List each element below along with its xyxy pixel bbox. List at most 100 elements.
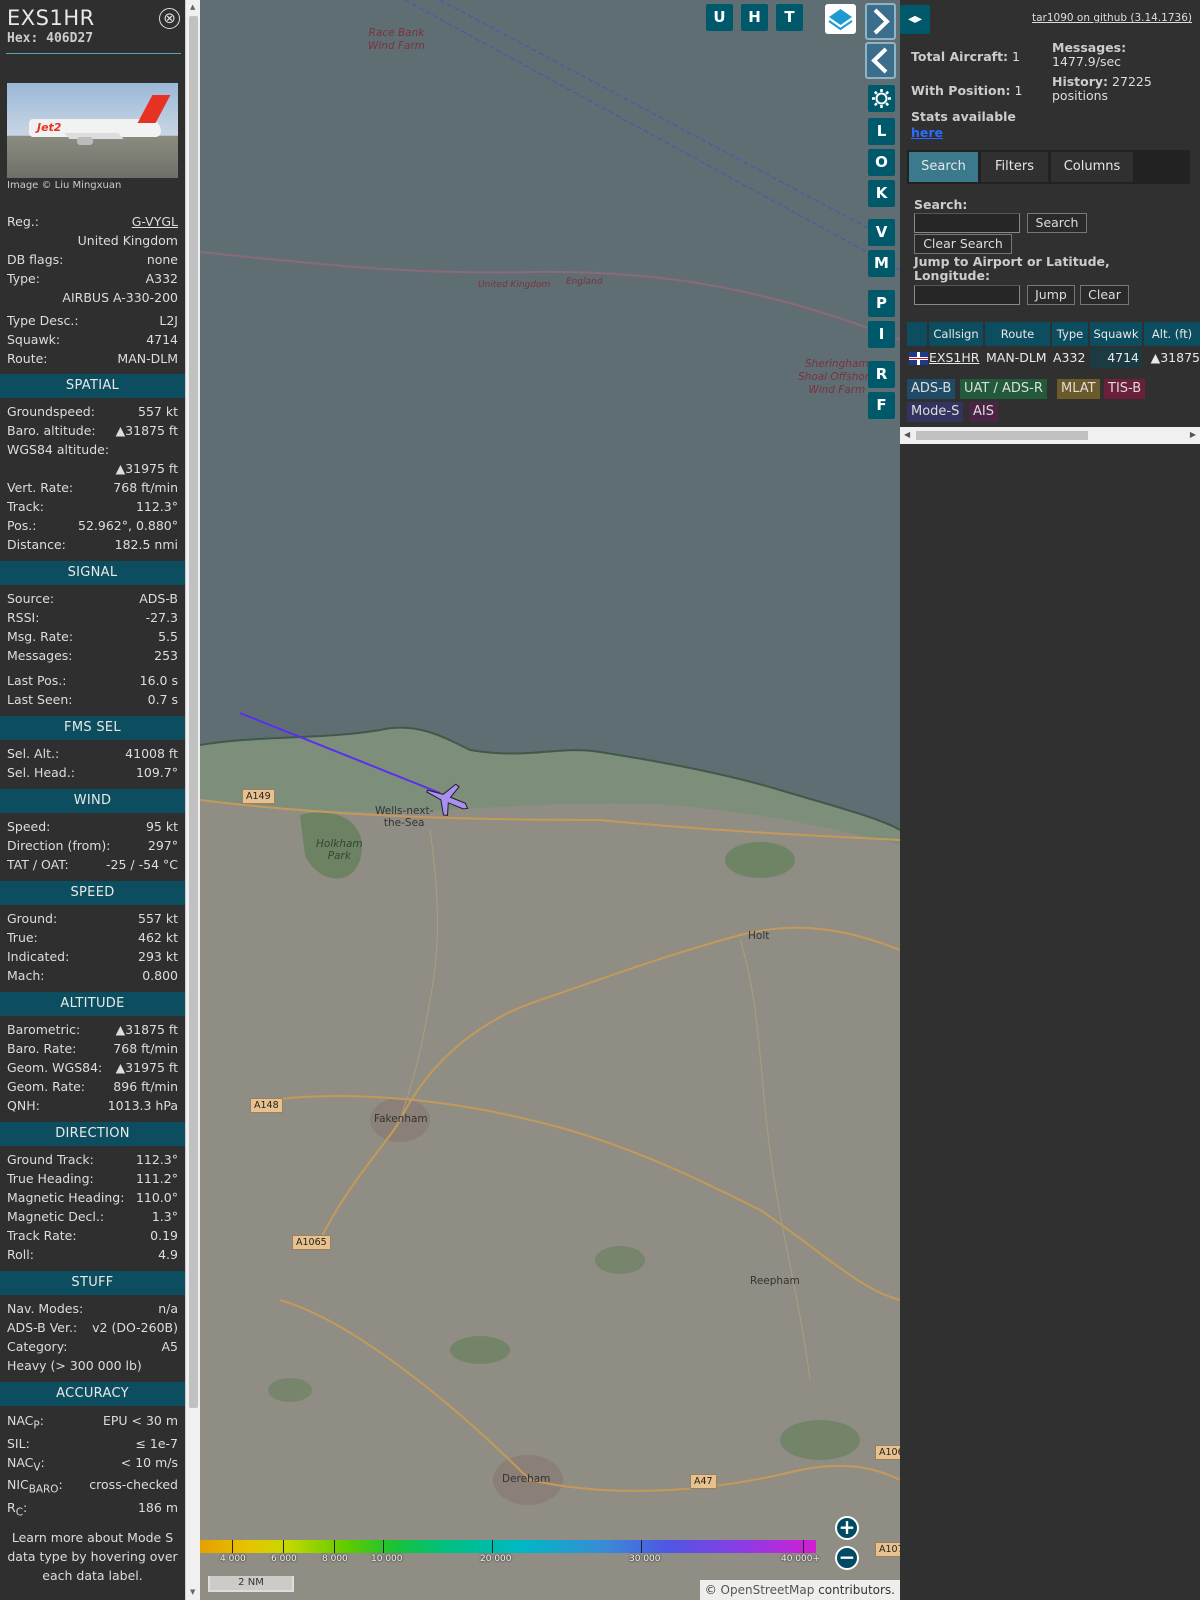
collapse-panel-button[interactable] (865, 42, 896, 79)
map-button-u[interactable]: U (706, 4, 733, 31)
nacp-colon: : (39, 1413, 44, 1428)
jump-input[interactable] (914, 285, 1020, 305)
toggle-sidebar-button[interactable]: ◂▸ (900, 5, 930, 34)
ground-track-row: Ground Track: 112.3° (7, 1152, 178, 1170)
scroll-down-arrow-icon[interactable]: ▼ (190, 1588, 195, 1596)
msg-rate-value: 5.5 (158, 629, 178, 644)
scrollbar-thumb[interactable] (189, 16, 198, 1408)
wgs-alt-value: ▲31975 ft (115, 461, 178, 476)
road-a1065: A1065 (292, 1235, 331, 1250)
mag-decl-label: Magnetic Decl.: (7, 1209, 105, 1224)
reg-row: Reg.: G-VYGL (7, 214, 178, 232)
indicated-speed-value: 293 kt (138, 949, 178, 964)
map-button-v[interactable]: V (868, 219, 895, 246)
zoom-out-button[interactable]: − (835, 1546, 859, 1570)
sil-value: ≤ 1e-7 (135, 1436, 178, 1451)
category-desc: Heavy (> 300 000 lb) (7, 1358, 142, 1373)
table-header-altitude[interactable]: Alt. (ft) (1144, 322, 1200, 346)
expand-panel-button[interactable] (865, 3, 896, 40)
gear-icon (872, 89, 891, 108)
osm-link[interactable]: OpenStreetMap (721, 1583, 815, 1597)
table-horizontal-scrollbar[interactable]: ◀ ▶ (900, 427, 1200, 444)
map-view[interactable]: Race Bank Wind Farm Sheringham Shoal Off… (200, 0, 900, 1600)
distance-row: Distance: 182.5 nmi (7, 537, 178, 555)
table-row-type[interactable]: A332 (1053, 348, 1088, 368)
map-button-r[interactable]: R (868, 361, 895, 388)
tab-search[interactable]: Search (909, 152, 978, 182)
jump-button[interactable]: Jump (1027, 285, 1075, 305)
legend-tisb: TIS-B (1104, 379, 1146, 399)
table-row-callsign[interactable]: EXS1HR (929, 348, 983, 368)
type-value: A332 (145, 271, 178, 286)
clear-search-button[interactable]: Clear Search (914, 234, 1012, 254)
table-row-squawk[interactable]: 4714 (1090, 348, 1142, 368)
info-panel-scrollbar[interactable]: ▲ ▼ (185, 0, 200, 1600)
adsb-ver-value: v2 (DO-260B) (92, 1320, 178, 1335)
map-button-f[interactable]: F (868, 392, 895, 419)
route-row: Route: MAN-DLM (7, 351, 178, 369)
roll-row: Roll: 4.9 (7, 1247, 178, 1265)
table-header-callsign[interactable]: Callsign (929, 322, 983, 346)
clear-jump-button[interactable]: Clear (1080, 285, 1129, 305)
tab-filters[interactable]: Filters (981, 152, 1048, 182)
layers-button[interactable] (825, 4, 856, 34)
ground-speed-value: 557 kt (138, 911, 178, 926)
tab-columns[interactable]: Columns (1051, 152, 1133, 182)
registration-link[interactable]: G-VYGL (132, 214, 178, 229)
map-button-k[interactable]: K (868, 180, 895, 207)
place-holt: Holt (748, 930, 770, 942)
legend-ais: AIS (969, 402, 998, 422)
stats-here-link[interactable]: here (911, 125, 943, 140)
table-header-type[interactable]: Type (1052, 322, 1088, 346)
road-a148: A148 (250, 1098, 283, 1113)
type-full-row: AIRBUS A-330-200 (7, 290, 178, 308)
road-a47: A47 (690, 1474, 717, 1489)
nic-baro-row: NICBARO: cross-checked (7, 1477, 178, 1496)
nacp-key: NAC (7, 1413, 34, 1428)
category-row: Category: A5 (7, 1339, 178, 1357)
typedesc-value: L2J (159, 313, 178, 328)
table-row-altitude[interactable]: ▲31875 (1144, 348, 1200, 368)
ground-track-value: 112.3° (135, 1152, 178, 1167)
zoom-in-button[interactable]: + (835, 1516, 859, 1540)
route-label: Route: (7, 351, 48, 366)
table-header-squawk[interactable]: Squawk (1090, 322, 1142, 346)
scroll-right-arrow-icon[interactable]: ▶ (1190, 430, 1196, 439)
map-button-i[interactable]: I (868, 321, 895, 348)
map-button-h[interactable]: H (741, 4, 768, 31)
search-button[interactable]: Search (1027, 213, 1087, 233)
wind-dir-row: Direction (from): 297° (7, 838, 178, 856)
groundspeed-label: Groundspeed: (7, 404, 95, 419)
scroll-up-arrow-icon[interactable]: ▲ (190, 3, 195, 11)
table-header-route[interactable]: Route (985, 322, 1050, 346)
geom-alt-value: ▲31975 ft (115, 1060, 178, 1075)
with-position-value: 1 (1014, 83, 1023, 98)
map-button-l[interactable]: L (868, 118, 895, 145)
settings-button[interactable] (868, 85, 895, 112)
road-a1067: A106 (875, 1445, 900, 1460)
table-row-route[interactable]: MAN-DLM (986, 348, 1050, 368)
close-icon[interactable]: ⊗ (159, 8, 180, 29)
legend-mlat: MLAT (1057, 379, 1100, 399)
last-seen-label: Last Seen: (7, 692, 73, 707)
map-button-p[interactable]: P (868, 290, 895, 317)
barometric-value: ▲31875 ft (115, 1022, 178, 1037)
stats-link[interactable]: here (911, 125, 943, 140)
position-value: 52.962°, 0.880° (78, 518, 178, 533)
messages-stat-value: 1477.9/sec (1052, 54, 1122, 69)
aircraft-photo[interactable]: Jet2 (7, 83, 178, 178)
search-input[interactable] (914, 213, 1020, 233)
geom-alt-label: Geom. WGS84: (7, 1060, 103, 1075)
nav-modes-value: n/a (158, 1301, 178, 1316)
roll-label: Roll: (7, 1247, 34, 1262)
github-link[interactable]: tar1090 on github (3.14.1736) (1032, 12, 1192, 24)
vert-rate-value: 768 ft/min (113, 480, 178, 495)
map-button-o[interactable]: O (868, 149, 895, 176)
map-button-t[interactable]: T (776, 4, 803, 31)
sil-label: SIL: (7, 1436, 30, 1451)
map-button-m[interactable]: M (868, 250, 895, 277)
map-canvas (200, 0, 900, 1600)
sel-alt-value: 41008 ft (125, 746, 178, 761)
hscroll-thumb[interactable] (916, 431, 1088, 440)
scroll-left-arrow-icon[interactable]: ◀ (904, 430, 910, 439)
